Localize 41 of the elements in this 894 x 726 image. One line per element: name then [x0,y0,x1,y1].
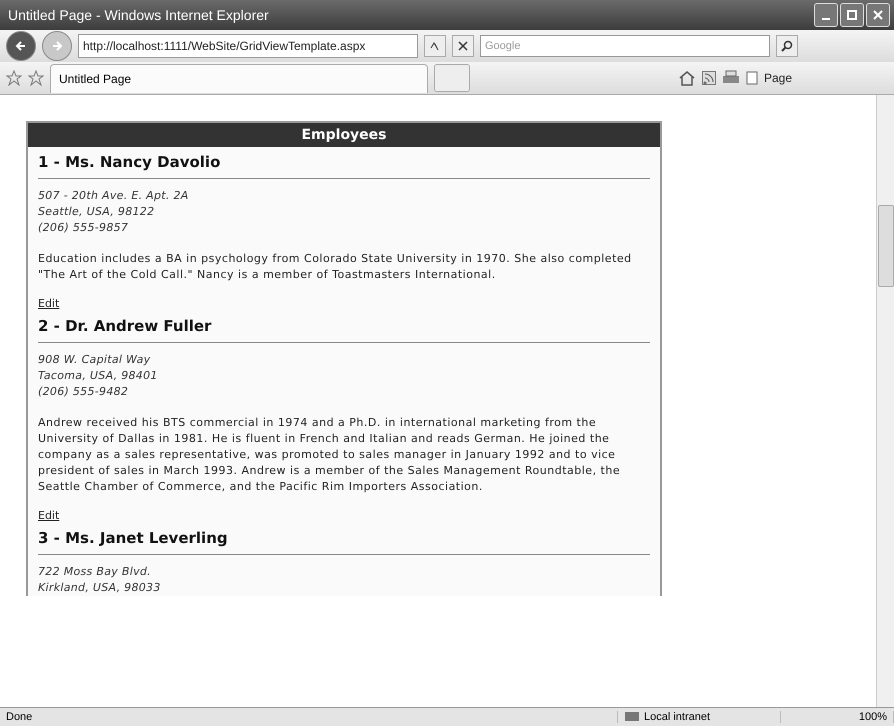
favorites-star-icon[interactable] [6,70,22,86]
status-text: Done [6,711,32,723]
employee-heading: 2 - Dr. Andrew Fuller [38,311,650,343]
search-icon [781,40,793,52]
printer-icon[interactable] [722,70,740,86]
refresh-button[interactable] [424,35,446,57]
close-icon [873,10,883,20]
feed-icon[interactable] [702,71,716,85]
add-favorite-star-icon[interactable] [28,70,44,86]
close-icon [458,41,468,51]
browser-tab[interactable]: Untitled Page [50,64,428,92]
zoom-control[interactable]: 100% [858,711,887,723]
search-field[interactable]: Google [480,35,770,57]
scrollbar[interactable] [876,95,894,707]
minimize-icon [822,18,830,20]
maximize-icon [847,10,857,20]
employee-heading: 1 - Ms. Nancy Davolio [38,147,650,179]
forward-arrow-icon [51,40,63,52]
employee-address: 507 - 20th Ave. E. Apt. 2A Seattle, USA, 98122 (206) 555-9857 [38,188,190,236]
employee-address: 908 W. Capital Way Tacoma, USA, 98401 (206) 555-9482 [38,352,159,400]
stop-button[interactable] [452,35,474,57]
home-icon[interactable] [678,70,696,86]
forward-button[interactable] [42,31,72,61]
maximize-button[interactable] [840,3,864,27]
window-title: Untitled Page - Windows Internet Explorer [8,7,269,23]
search-button[interactable] [776,35,798,57]
employee-address: 722 Moss Bay Blvd. Kirkland, USA, 98033 [38,564,162,596]
edit-link[interactable]: Edit [38,509,60,522]
edit-link[interactable]: Edit [38,297,60,310]
employee-notes: Education includes a BA in psychology from Colorado State University in 1970. She also completed "The Art of the Cold Call." Nancy is a member of Toastmasters International. [38,251,633,283]
employee-heading: 3 - Ms. Janet Leverling [38,523,650,555]
zone-text: Local intranet [644,711,710,723]
back-arrow-icon [15,40,27,52]
page-menu[interactable]: Page [746,71,792,85]
page-icon [746,71,760,85]
close-button[interactable] [866,3,890,27]
employee-notes: Andrew received his BTS commercial in 1974 and a Ph.D. in international marketing from the University of Dallas in 1981. He is fluent in French and Italian and reads German. He joined the company as a sales representative, was promoted to sales manager in January 1992 and to vice president of sales in March 1993. Andrew is a member of the Sales Management Roundtable, the Seattle Chamber of Commerce, and the Pacific Rim Importers Association. [38,415,622,495]
back-button[interactable] [6,31,36,61]
minimize-button[interactable] [814,3,838,27]
address-field[interactable]: http://localhost:1111/WebSite/GridViewTemplate.aspx [78,34,418,58]
grid-header: Employees [28,123,660,147]
